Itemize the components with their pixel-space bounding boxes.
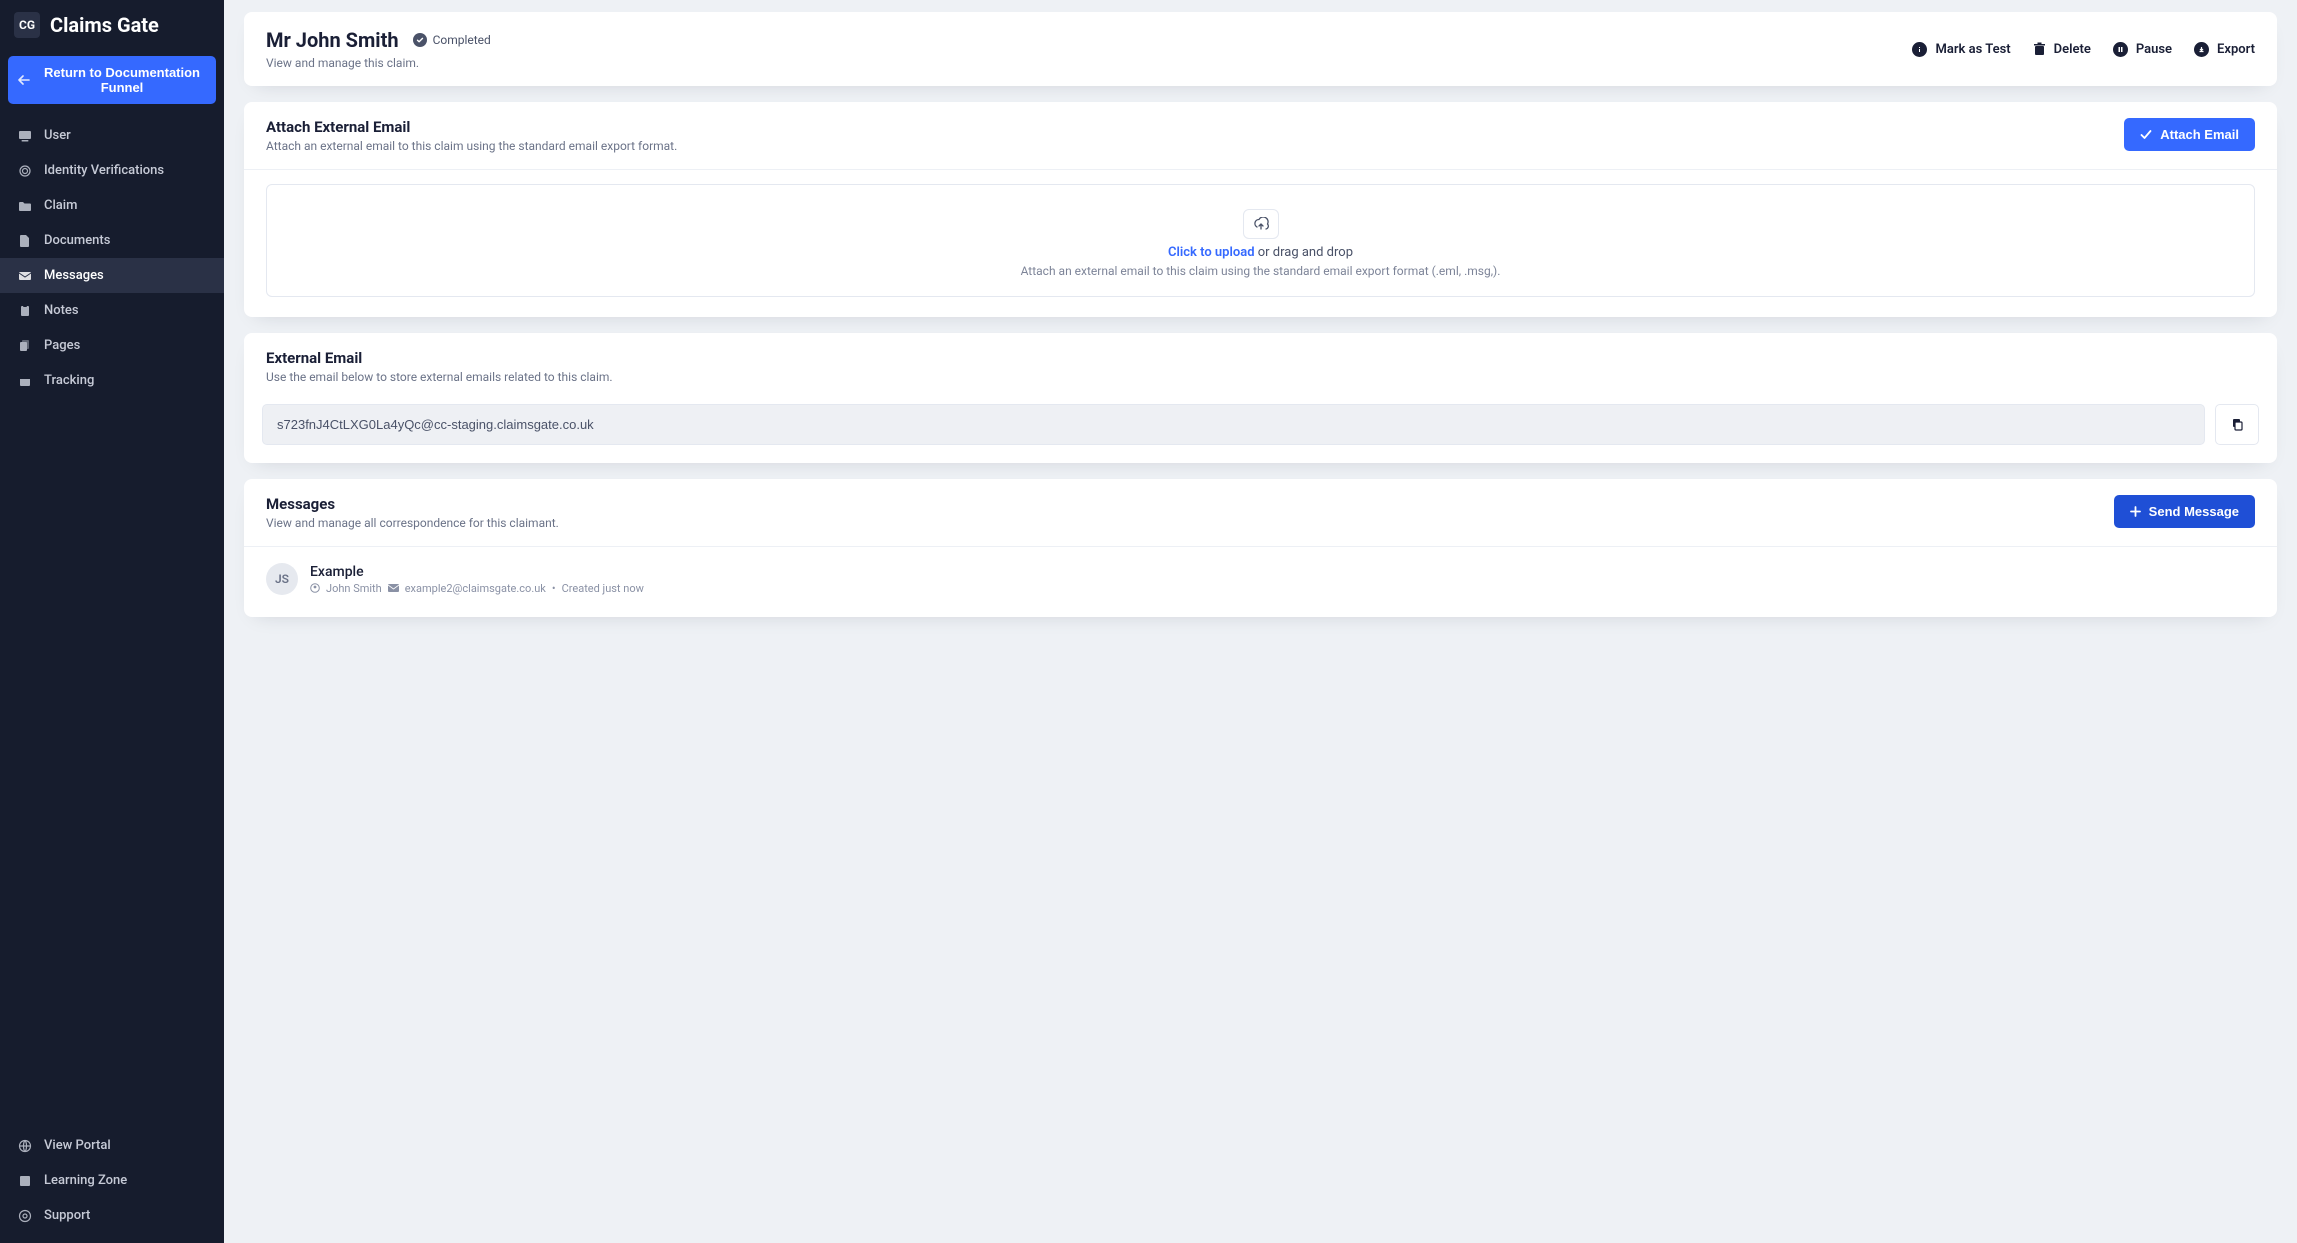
dropzone-subtext: Attach an external email to this claim u…: [277, 264, 2244, 278]
envelope-icon: [18, 269, 32, 283]
header-actions: Mark as Test Delete Pause Export: [1912, 42, 2255, 57]
delete-button[interactable]: Delete: [2033, 42, 2091, 57]
action-label: Mark as Test: [1935, 42, 2010, 57]
document-icon: [18, 234, 32, 248]
export-button[interactable]: Export: [2194, 42, 2255, 57]
attach-email-card: Attach External Email Attach an external…: [244, 102, 2277, 317]
user-icon: [18, 129, 32, 143]
sidebar: CG Claims Gate Return to Documentation F…: [0, 0, 224, 1243]
attach-email-button[interactable]: Attach Email: [2124, 118, 2255, 151]
brand: CG Claims Gate: [0, 0, 224, 52]
sidebar-item-user[interactable]: User: [0, 118, 224, 153]
sidebar-item-view-portal[interactable]: View Portal: [0, 1128, 224, 1163]
mark-as-test-button[interactable]: Mark as Test: [1912, 42, 2010, 57]
sidebar-item-identity[interactable]: Identity Verifications: [0, 153, 224, 188]
fingerprint-icon: [18, 164, 32, 178]
section-title: External Email: [266, 349, 2255, 367]
sidebar-item-documents[interactable]: Documents: [0, 223, 224, 258]
message-author: John Smith: [326, 582, 382, 595]
message-row[interactable]: JS Example John Smith example2@claimsgat…: [266, 563, 2255, 595]
sidebar-item-label: Learning Zone: [44, 1173, 127, 1188]
external-email-field[interactable]: [262, 404, 2205, 445]
globe-icon: [18, 1139, 32, 1153]
sidebar-nav-bottom: View Portal Learning Zone Support: [0, 1128, 224, 1243]
brand-logo: CG: [14, 12, 40, 38]
user-circle-icon: [310, 583, 320, 593]
action-label: Export: [2217, 42, 2255, 57]
book-icon: [18, 1174, 32, 1188]
plus-icon: [2130, 506, 2141, 517]
section-title: Attach External Email: [266, 118, 2124, 136]
file-dropzone[interactable]: Click to upload or drag and drop Attach …: [266, 184, 2255, 297]
check-circle-icon: [413, 33, 427, 47]
sidebar-item-label: Documents: [44, 233, 110, 248]
sidebar-item-label: Tracking: [44, 373, 94, 388]
download-icon: [2194, 42, 2209, 57]
mail-icon: [388, 584, 399, 592]
pages-icon: [18, 339, 32, 353]
action-label: Pause: [2136, 42, 2172, 57]
message-email: example2@claimsgate.co.uk: [405, 582, 546, 595]
button-label: Send Message: [2149, 504, 2239, 519]
page-subtitle: View and manage this claim.: [266, 56, 1912, 70]
lifebuoy-icon: [18, 1209, 32, 1223]
page-title: Mr John Smith: [266, 28, 399, 52]
pause-icon: [2113, 42, 2128, 57]
section-subtitle: Use the email below to store external em…: [266, 370, 2255, 384]
arrow-left-icon: [18, 75, 30, 85]
sidebar-item-label: Identity Verifications: [44, 163, 164, 178]
sidebar-item-label: Support: [44, 1208, 90, 1223]
message-title: Example: [310, 564, 644, 580]
sidebar-item-label: Pages: [44, 338, 80, 353]
section-title: Messages: [266, 495, 2114, 513]
button-label: Attach Email: [2160, 127, 2239, 142]
message-meta: John Smith example2@claimsgate.co.uk • C…: [310, 582, 644, 595]
sidebar-item-pages[interactable]: Pages: [0, 328, 224, 363]
sidebar-item-tracking[interactable]: Tracking: [0, 363, 224, 398]
sidebar-item-learning[interactable]: Learning Zone: [0, 1163, 224, 1198]
sidebar-item-label: Notes: [44, 303, 79, 318]
copy-button[interactable]: [2215, 404, 2259, 445]
sidebar-nav: User Identity Verifications Claim Docume…: [0, 118, 224, 398]
claim-header-card: Mr John Smith Completed View and manage …: [244, 12, 2277, 86]
calendar-icon: [18, 374, 32, 388]
sidebar-item-notes[interactable]: Notes: [0, 293, 224, 328]
sidebar-item-label: Messages: [44, 268, 104, 283]
trash-icon: [2033, 42, 2046, 56]
brand-name: Claims Gate: [50, 13, 159, 37]
avatar: JS: [266, 563, 298, 595]
messages-card: Messages View and manage all corresponde…: [244, 479, 2277, 617]
main-content: Mr John Smith Completed View and manage …: [224, 0, 2297, 1243]
sidebar-item-label: View Portal: [44, 1138, 111, 1153]
return-button-label: Return to Documentation Funnel: [38, 65, 206, 95]
copy-icon: [2230, 418, 2244, 432]
message-time: Created just now: [562, 582, 644, 595]
return-button[interactable]: Return to Documentation Funnel: [8, 56, 216, 104]
upload-rest: or drag and drop: [1255, 245, 1353, 260]
external-email-card: External Email Use the email below to st…: [244, 333, 2277, 463]
upload-link[interactable]: Click to upload: [1168, 245, 1255, 260]
sidebar-item-label: User: [44, 128, 71, 143]
status-badge: Completed: [413, 33, 491, 47]
action-label: Delete: [2054, 42, 2091, 57]
sidebar-item-claim[interactable]: Claim: [0, 188, 224, 223]
status-label: Completed: [433, 33, 491, 47]
separator: •: [552, 582, 556, 595]
upload-cloud-icon: [1243, 209, 1279, 239]
info-icon: [1912, 42, 1927, 57]
dropzone-text: Click to upload or drag and drop: [277, 245, 2244, 260]
check-icon: [2140, 130, 2152, 140]
send-message-button[interactable]: Send Message: [2114, 495, 2255, 528]
section-subtitle: View and manage all correspondence for t…: [266, 516, 2114, 530]
clipboard-icon: [18, 304, 32, 318]
sidebar-item-support[interactable]: Support: [0, 1198, 224, 1233]
pause-button[interactable]: Pause: [2113, 42, 2172, 57]
folder-icon: [18, 199, 32, 213]
section-subtitle: Attach an external email to this claim u…: [266, 139, 2124, 153]
sidebar-item-messages[interactable]: Messages: [0, 258, 224, 293]
sidebar-item-label: Claim: [44, 198, 77, 213]
